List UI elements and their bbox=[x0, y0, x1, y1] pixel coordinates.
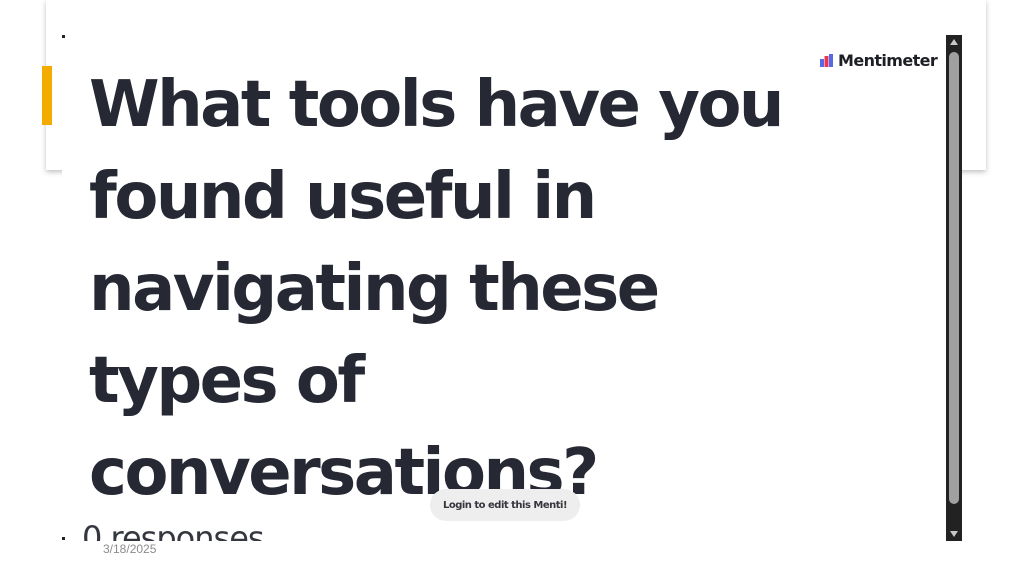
embed-corner bbox=[62, 537, 65, 540]
login-to-edit-button[interactable]: Login to edit this Menti! bbox=[430, 489, 580, 521]
slide-date: 3/18/2025 bbox=[103, 542, 157, 556]
chevron-up-icon[interactable] bbox=[950, 39, 958, 45]
embed-corner bbox=[62, 35, 65, 38]
brand-name: Mentimeter bbox=[838, 51, 938, 70]
chevron-down-icon[interactable] bbox=[950, 531, 958, 537]
mentimeter-brand: Mentimeter bbox=[820, 51, 938, 70]
slide-stage: Mentimeter What tools have you found use… bbox=[0, 0, 1024, 576]
responses-count: 0 responses bbox=[82, 519, 265, 541]
embed-scrollbar[interactable] bbox=[946, 35, 962, 541]
scrollbar-thumb[interactable] bbox=[949, 52, 959, 504]
slide-accent-bar bbox=[42, 66, 52, 125]
mentimeter-embed[interactable]: Mentimeter What tools have you found use… bbox=[62, 35, 962, 541]
question-title: What tools have you found useful in navi… bbox=[89, 68, 784, 510]
